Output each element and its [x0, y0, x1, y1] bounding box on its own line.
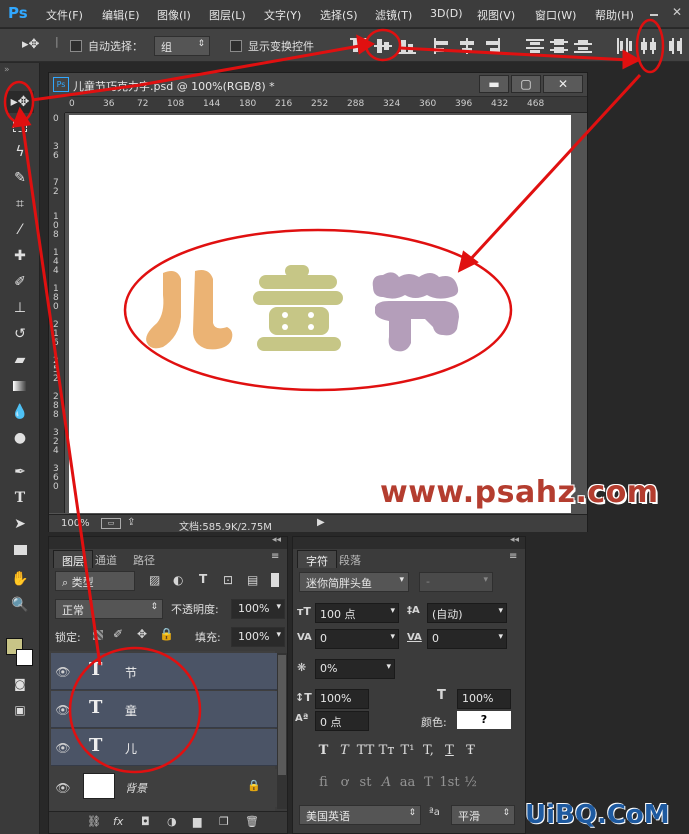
watermark-text: www.psahz.com	[380, 475, 659, 510]
annotation-arrowhead	[356, 34, 375, 55]
annotation-circle	[68, 646, 202, 774]
annotation-arrow	[139, 43, 366, 87]
annotation-circle	[635, 18, 665, 74]
corner-watermark: UiBQ.CoM	[525, 800, 670, 830]
annotation-arrow	[399, 46, 631, 62]
annotation-arrowhead	[11, 106, 32, 128]
annotation-arrow	[20, 119, 102, 666]
annotation-arrow	[466, 73, 642, 264]
annotation-arrow	[31, 83, 141, 102]
annotation-circle	[123, 228, 513, 392]
annotation-arrowhead	[622, 49, 642, 70]
annotation-overlay	[3, 18, 665, 774]
